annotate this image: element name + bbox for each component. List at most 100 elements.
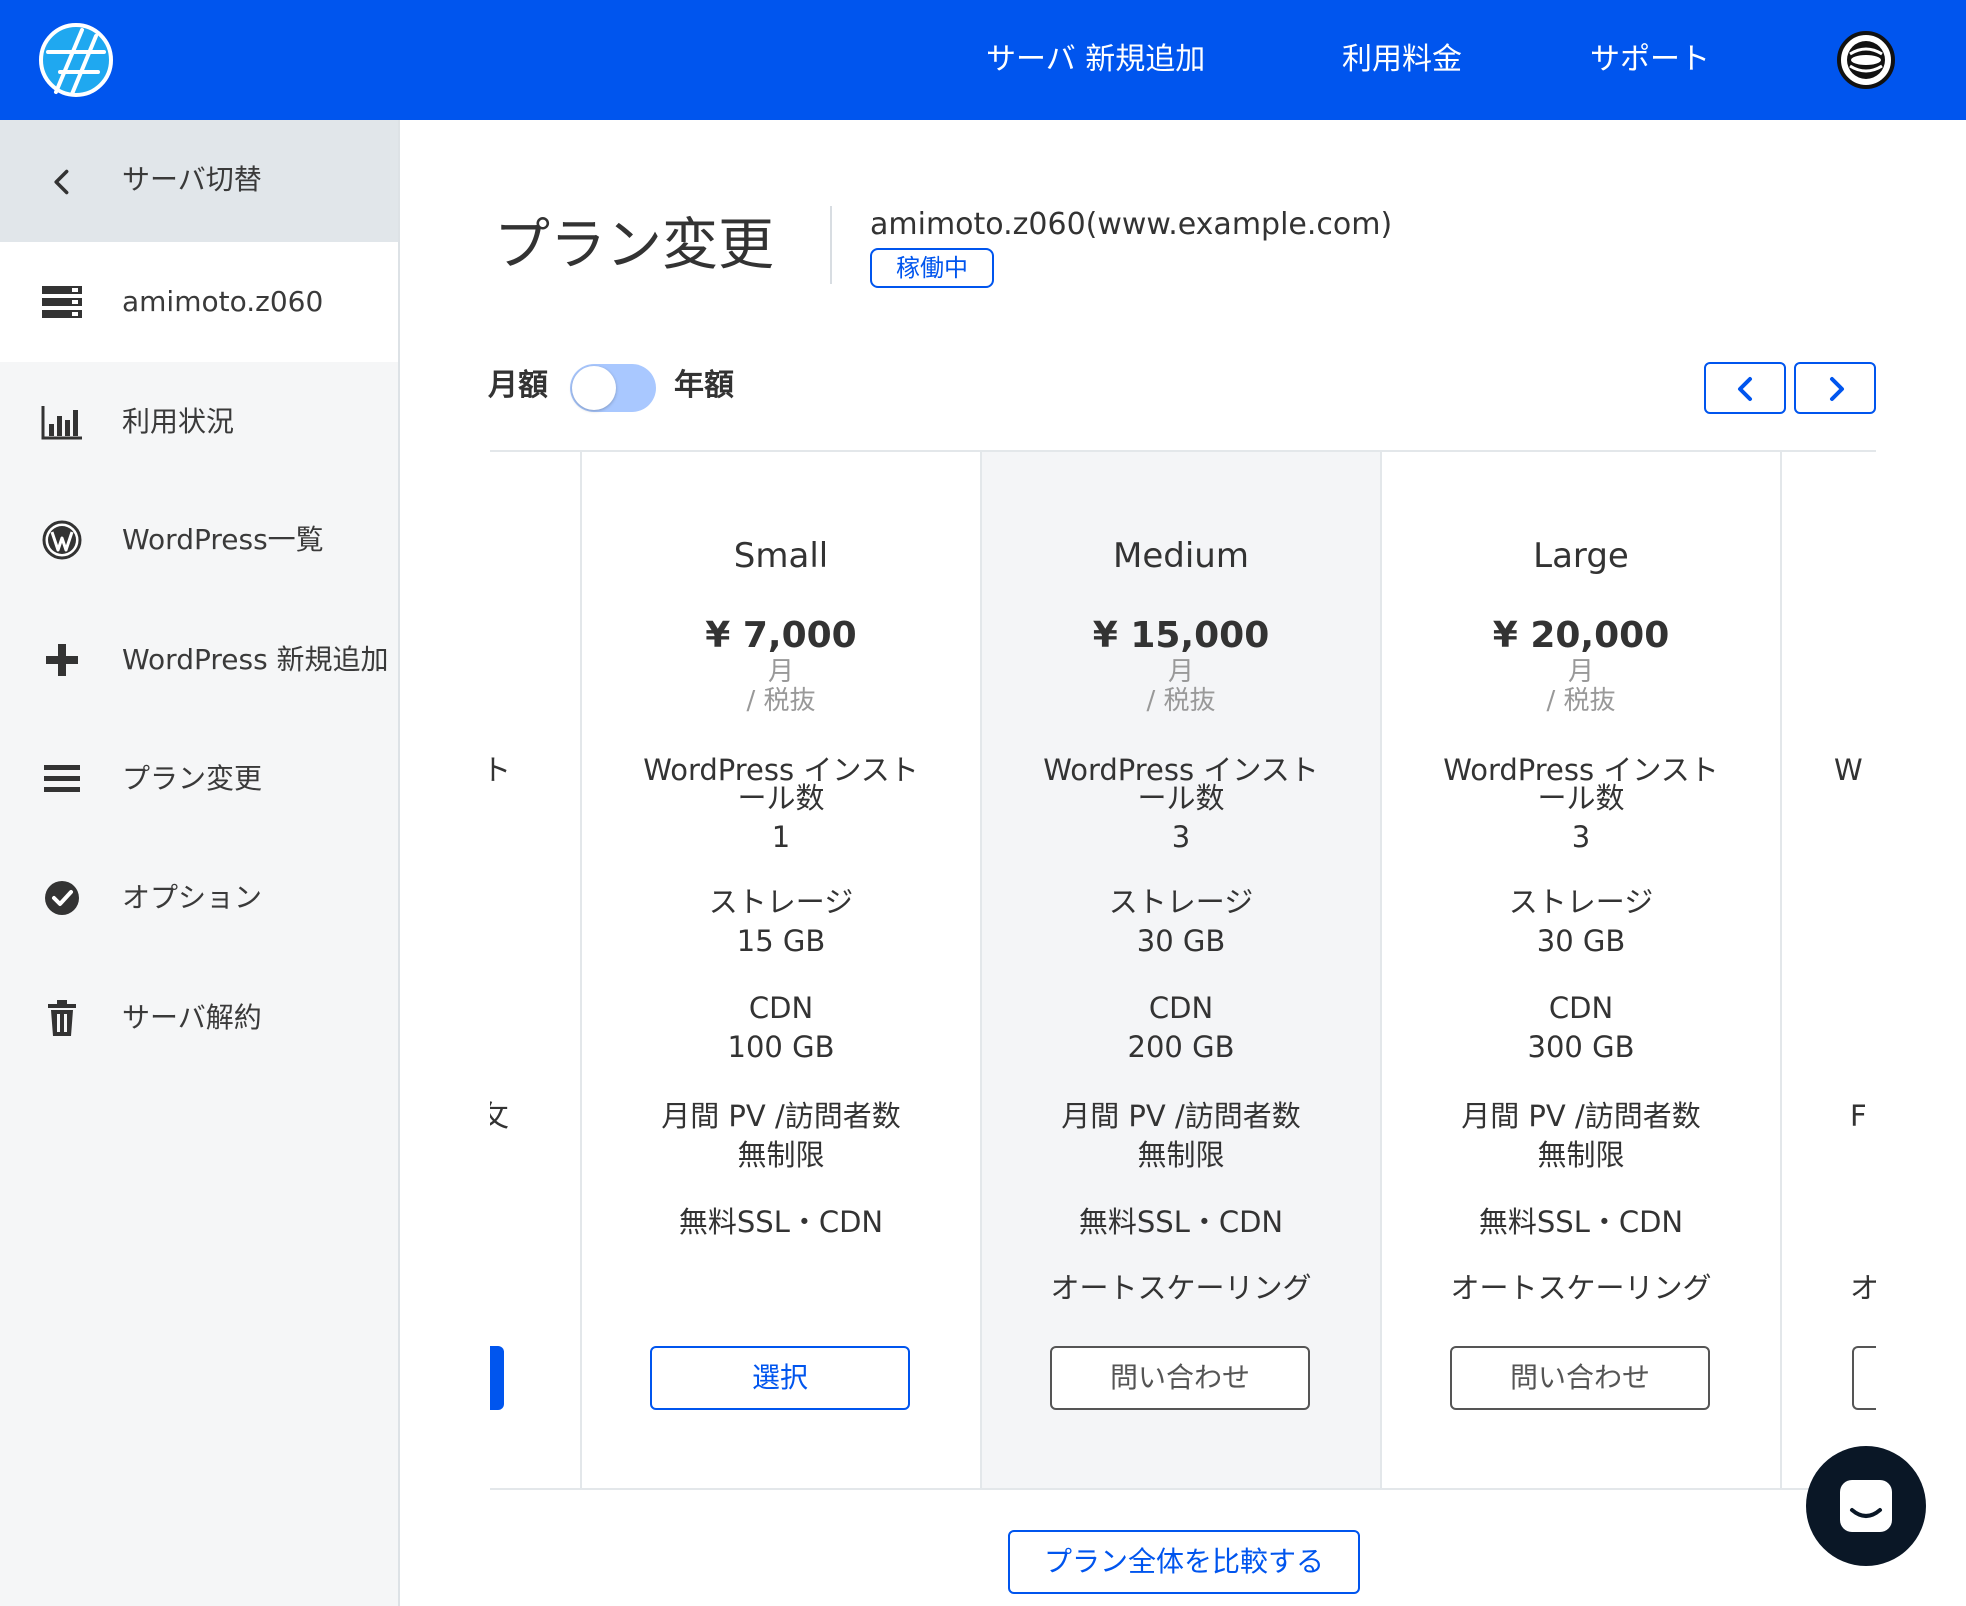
title-divider bbox=[830, 206, 832, 284]
plan-price-unit: 月 bbox=[767, 657, 794, 687]
install-count-label-cont: ール数 bbox=[1137, 781, 1225, 815]
plus-icon bbox=[46, 644, 78, 676]
sidebar-item-wordpress-list[interactable]: WordPress一覧 bbox=[0, 500, 398, 580]
partial-autoscale-label: オ bbox=[1850, 1270, 1876, 1306]
bar-chart-icon bbox=[41, 406, 82, 440]
plan-card-partial-left: ト 攵 bbox=[490, 452, 582, 1488]
install-count-value: 3 bbox=[1571, 820, 1591, 854]
plan-card-small: Small ¥ 7,000 月 / 税抜 WordPress インスト ール数 … bbox=[582, 452, 982, 1488]
chat-icon bbox=[1840, 1480, 1892, 1532]
sidebar-item-cancel-server[interactable]: サーバ解約 bbox=[0, 978, 398, 1058]
ssl-feature: 無料SSL・CDN bbox=[1078, 1205, 1284, 1239]
plan-name: Small bbox=[733, 536, 829, 576]
plan-price: ¥ 20,000 bbox=[1492, 615, 1670, 656]
sidebar-item-wordpress-add[interactable]: WordPress 新規追加 bbox=[0, 620, 398, 700]
check-circle-icon bbox=[45, 881, 79, 915]
top-navigation-bar: サーバ 新規追加 利用料金 サポート bbox=[0, 0, 1966, 120]
sidebar: サーバ切替 amimoto.z060 利用状況 WordPress一覧 Word… bbox=[0, 120, 400, 1606]
billing-period-toggle[interactable] bbox=[570, 364, 656, 412]
sidebar-item-server[interactable]: amimoto.z060 bbox=[0, 242, 398, 362]
sidebar-item-label: オプション bbox=[122, 881, 263, 914]
ssl-feature: 無料SSL・CDN bbox=[678, 1205, 884, 1239]
user-avatar-icon[interactable] bbox=[1836, 30, 1896, 90]
partial-select-button[interactable] bbox=[490, 1346, 504, 1410]
storage-label: ストレージ bbox=[1508, 885, 1654, 919]
autoscale-feature: オートスケーリング bbox=[1450, 1271, 1712, 1305]
cdn-label: CDN bbox=[1148, 991, 1214, 1025]
install-count-label-cont: ール数 bbox=[737, 781, 825, 815]
contact-button[interactable]: 問い合わせ bbox=[1050, 1346, 1310, 1410]
server-switch-label: サーバ切替 bbox=[122, 163, 262, 196]
cdn-label: CDN bbox=[1548, 991, 1614, 1025]
compare-plans-button[interactable]: プラン全体を比較する bbox=[1008, 1530, 1360, 1594]
partial-install-label: ト bbox=[490, 752, 511, 788]
billing-yearly-label: 年額 bbox=[674, 368, 734, 403]
partial-install-label: W bbox=[1834, 753, 1863, 787]
pv-label: 月間 PV /訪問者数 bbox=[661, 1099, 901, 1133]
plan-carousel: ト 攵 Small ¥ 7,000 月 / 税抜 WordPress インスト … bbox=[490, 450, 1876, 1490]
pv-value: 無制限 bbox=[1137, 1138, 1225, 1172]
partial-contact-button[interactable] bbox=[1852, 1346, 1876, 1410]
install-count-value: 1 bbox=[771, 820, 791, 854]
cdn-label: CDN bbox=[748, 991, 814, 1025]
chevron-right-icon bbox=[1830, 377, 1844, 401]
install-count-value: 3 bbox=[1171, 820, 1191, 854]
pv-label: 月間 PV /訪問者数 bbox=[1061, 1099, 1301, 1133]
sidebar-item-label: 利用状況 bbox=[122, 405, 235, 438]
storage-value: 15 GB bbox=[736, 924, 826, 958]
chat-launcher-button[interactable] bbox=[1806, 1446, 1926, 1566]
toggle-knob bbox=[572, 366, 616, 410]
server-name: amimoto.z060(www.example.com) bbox=[870, 207, 1393, 242]
server-switch-button[interactable]: サーバ切替 bbox=[0, 120, 398, 242]
ssl-feature: 無料SSL・CDN bbox=[1478, 1205, 1684, 1239]
sidebar-item-plan-change[interactable]: プラン変更 bbox=[0, 739, 398, 819]
sidebar-server-label: amimoto.z060 bbox=[122, 285, 324, 318]
nav-add-server[interactable]: サーバ 新規追加 bbox=[986, 40, 1205, 80]
pv-value: 無制限 bbox=[1537, 1138, 1625, 1172]
plan-tax-note: / 税抜 bbox=[746, 686, 816, 716]
server-icon bbox=[42, 286, 82, 318]
plan-price: ¥ 7,000 bbox=[705, 615, 857, 656]
plan-tax-note: / 税抜 bbox=[1146, 686, 1216, 716]
cdn-value: 100 GB bbox=[727, 1030, 835, 1064]
storage-value: 30 GB bbox=[1536, 924, 1626, 958]
plan-tax-note: / 税抜 bbox=[1546, 686, 1616, 716]
plan-card-medium: Medium ¥ 15,000 月 / 税抜 WordPress インスト ール… bbox=[982, 452, 1382, 1488]
cdn-value: 300 GB bbox=[1527, 1030, 1635, 1064]
nav-pricing[interactable]: 利用料金 bbox=[1342, 40, 1462, 80]
plan-price: ¥ 15,000 bbox=[1092, 615, 1270, 656]
pv-value: 無制限 bbox=[737, 1138, 825, 1172]
sidebar-item-label: WordPress一覧 bbox=[122, 523, 324, 556]
sidebar-item-usage[interactable]: 利用状況 bbox=[0, 382, 398, 462]
cdn-value: 200 GB bbox=[1127, 1030, 1235, 1064]
chevron-left-icon bbox=[54, 169, 69, 195]
sidebar-item-label: サーバ解約 bbox=[122, 1001, 262, 1034]
autoscale-feature: オートスケーリング bbox=[1050, 1271, 1312, 1305]
plan-name: Large bbox=[1533, 536, 1629, 576]
logo-icon[interactable] bbox=[38, 22, 114, 98]
wordpress-icon bbox=[42, 520, 82, 560]
plan-card-partial-right: W F オ bbox=[1782, 452, 1876, 1488]
partial-pv-label: 攵 bbox=[490, 1098, 509, 1134]
storage-label: ストレージ bbox=[708, 885, 854, 919]
plan-price-unit: 月 bbox=[1167, 657, 1194, 687]
sidebar-item-label: WordPress 新規追加 bbox=[122, 643, 389, 676]
contact-button[interactable]: 問い合わせ bbox=[1450, 1346, 1710, 1410]
plan-card-large: Large ¥ 20,000 月 / 税抜 WordPress インスト ール数… bbox=[1382, 452, 1782, 1488]
install-count-label-cont: ール数 bbox=[1537, 781, 1625, 815]
storage-value: 30 GB bbox=[1136, 924, 1226, 958]
select-plan-button[interactable]: 選択 bbox=[650, 1346, 910, 1410]
carousel-prev-button[interactable] bbox=[1704, 362, 1786, 414]
chevron-left-icon bbox=[1738, 377, 1752, 401]
storage-label: ストレージ bbox=[1108, 885, 1254, 919]
billing-monthly-label: 月額 bbox=[488, 368, 548, 403]
nav-support[interactable]: サポート bbox=[1590, 40, 1710, 80]
pv-label: 月間 PV /訪問者数 bbox=[1461, 1099, 1701, 1133]
trash-icon bbox=[48, 1000, 76, 1036]
plan-name: Medium bbox=[1113, 536, 1249, 576]
sidebar-item-options[interactable]: オプション bbox=[0, 858, 398, 938]
carousel-next-button[interactable] bbox=[1794, 362, 1876, 414]
menu-icon bbox=[44, 765, 80, 792]
status-badge: 稼働中 bbox=[870, 248, 994, 288]
sidebar-item-label: プラン変更 bbox=[122, 762, 263, 795]
